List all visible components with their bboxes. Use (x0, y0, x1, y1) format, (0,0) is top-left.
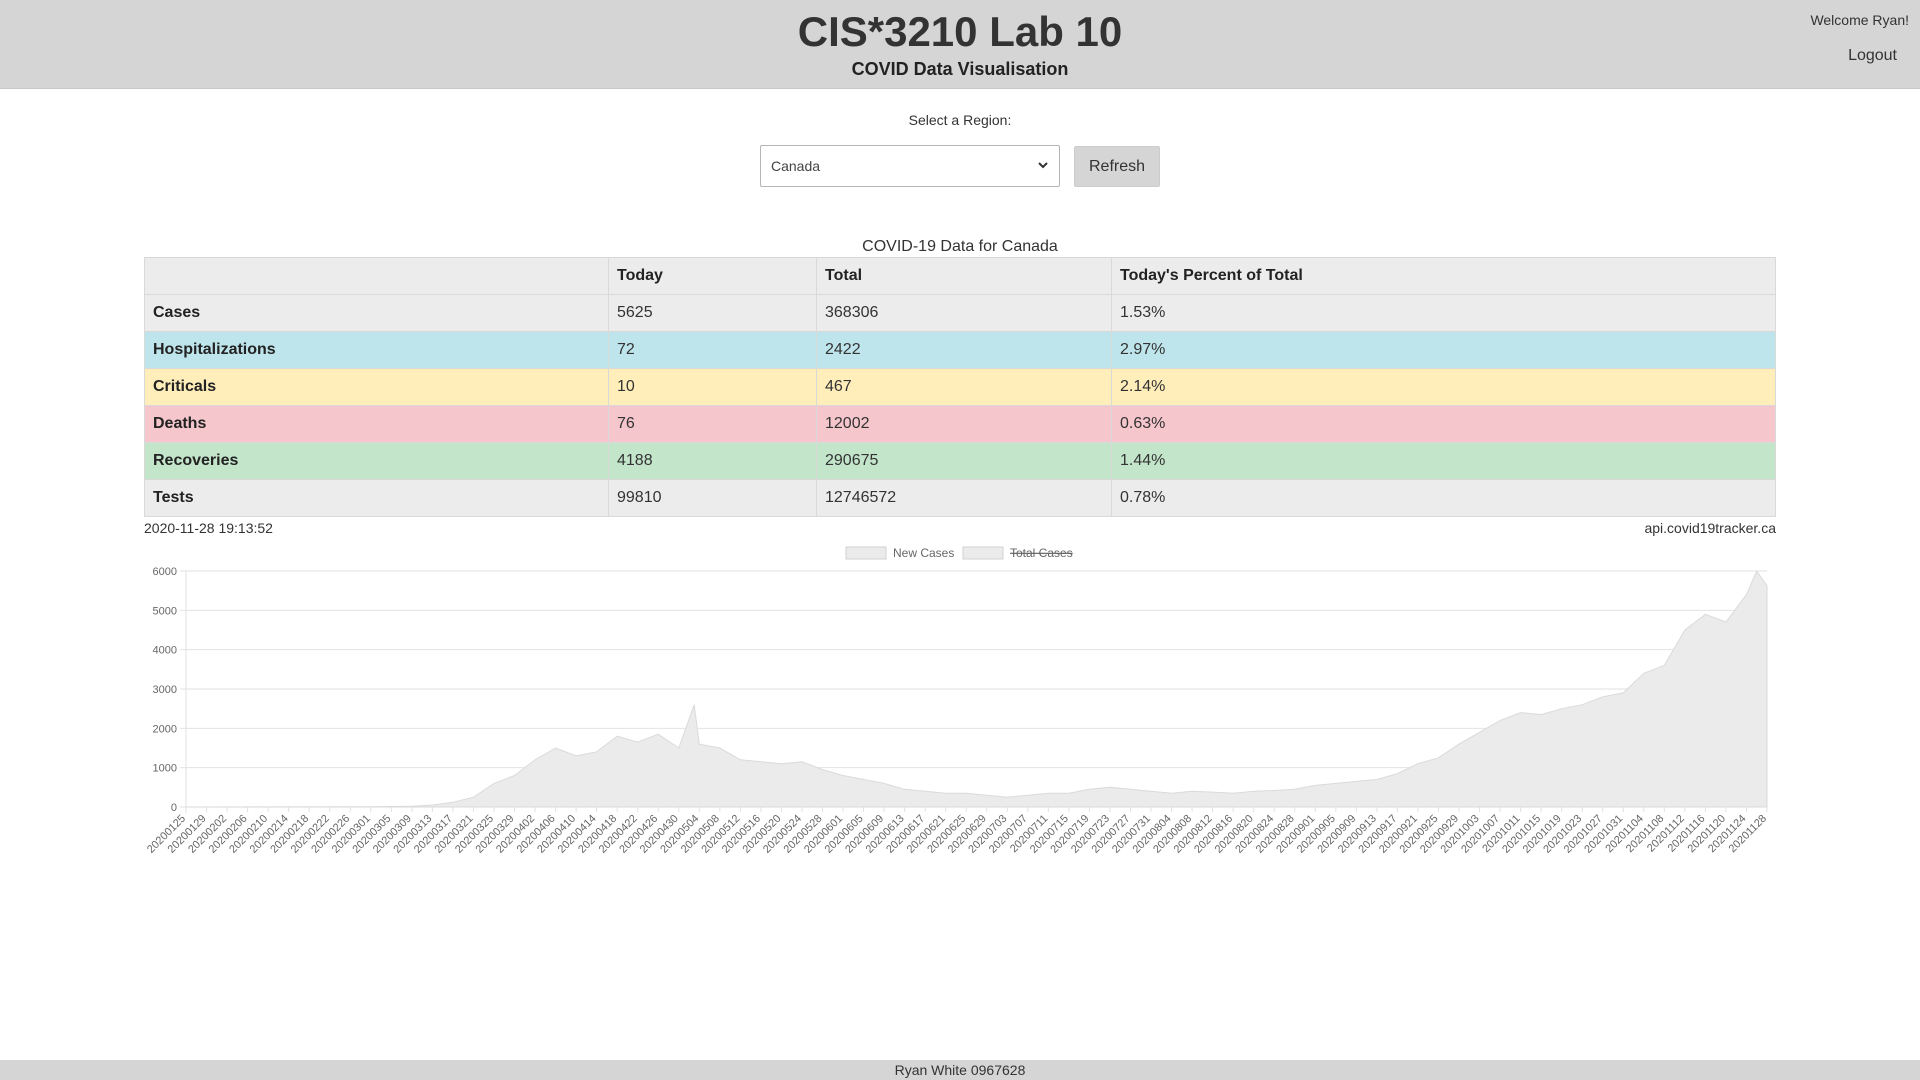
legend-swatch (845, 546, 887, 560)
table-row-recoveries: Recoveries 4188 290675 1.44% (144, 442, 1776, 480)
row-label: Tests (144, 479, 609, 517)
legend-swatch (962, 546, 1004, 560)
row-today: 5625 (608, 294, 817, 332)
table-row-tests: Tests 99810 12746572 0.78% (144, 479, 1776, 517)
row-today: 76 (608, 405, 817, 443)
row-total: 467 (816, 368, 1112, 406)
row-percent: 0.63% (1111, 405, 1776, 443)
y-tick-label: 5000 (153, 605, 177, 617)
row-percent: 2.97% (1111, 331, 1776, 369)
y-tick-label: 1000 (153, 763, 177, 775)
row-total: 12002 (816, 405, 1112, 443)
page-subtitle: COVID Data Visualisation (851, 59, 1069, 79)
row-today: 72 (608, 331, 817, 369)
row-total: 290675 (816, 442, 1112, 480)
page-title: CIS*3210 Lab 10 (797, 8, 1123, 55)
row-today: 4188 (608, 442, 817, 480)
table-header-blank (144, 257, 609, 295)
data-source: api.covid19tracker.ca (1644, 520, 1776, 536)
table-row-hospitalizations: Hospitalizations 72 2422 2.97% (144, 331, 1776, 369)
row-percent: 1.44% (1111, 442, 1776, 480)
table-header-total: Total (816, 257, 1112, 295)
row-percent: 2.14% (1111, 368, 1776, 406)
y-tick-label: 3000 (153, 684, 177, 696)
y-tick-label: 4000 (153, 645, 177, 657)
table-caption: COVID-19 Data for Canada (862, 238, 1058, 255)
chevron-down-icon (1037, 159, 1049, 174)
page-footer: Ryan White 0967628 (0, 1060, 1920, 1080)
new-cases-chart: 0100020003000400050006000202001252020012… (145, 546, 1769, 856)
legend-label: Total Cases (1010, 546, 1073, 560)
y-tick-label: 2000 (153, 723, 177, 735)
row-label: Deaths (144, 405, 609, 443)
row-today: 99810 (608, 479, 817, 517)
page-header: CIS*3210 Lab 10 COVID Data Visualisation… (0, 0, 1920, 89)
logout-link[interactable]: Logout (1848, 47, 1897, 65)
welcome-message: Welcome Ryan! (1810, 12, 1909, 28)
row-percent: 0.78% (1111, 479, 1776, 517)
row-label: Recoveries (144, 442, 609, 480)
row-total: 12746572 (816, 479, 1112, 517)
region-select[interactable]: Canada (760, 145, 1060, 187)
covid-data-table: Today Total Today's Percent of Total Cas… (144, 257, 1776, 517)
row-total: 2422 (816, 331, 1112, 369)
row-today: 10 (608, 368, 817, 406)
table-header-percent: Today's Percent of Total (1111, 257, 1776, 295)
region-select-value: Canada (771, 158, 821, 174)
region-label: Select a Region: (908, 112, 1012, 128)
table-row-cases: Cases 5625 368306 1.53% (144, 294, 1776, 332)
row-percent: 1.53% (1111, 294, 1776, 332)
table-header-row: Today Total Today's Percent of Total (144, 257, 1776, 295)
row-total: 368306 (816, 294, 1112, 332)
table-row-deaths: Deaths 76 12002 0.63% (144, 405, 1776, 443)
row-label: Cases (144, 294, 609, 332)
row-label: Criticals (144, 368, 609, 406)
legend-label: New Cases (893, 546, 954, 560)
y-tick-label: 0 (171, 802, 177, 814)
row-label: Hospitalizations (144, 331, 609, 369)
y-tick-label: 6000 (153, 566, 177, 578)
table-row-criticals: Criticals 10 467 2.14% (144, 368, 1776, 406)
table-header-today: Today (608, 257, 817, 295)
refresh-button[interactable]: Refresh (1074, 146, 1160, 187)
data-timestamp: 2020-11-28 19:13:52 (144, 520, 273, 536)
